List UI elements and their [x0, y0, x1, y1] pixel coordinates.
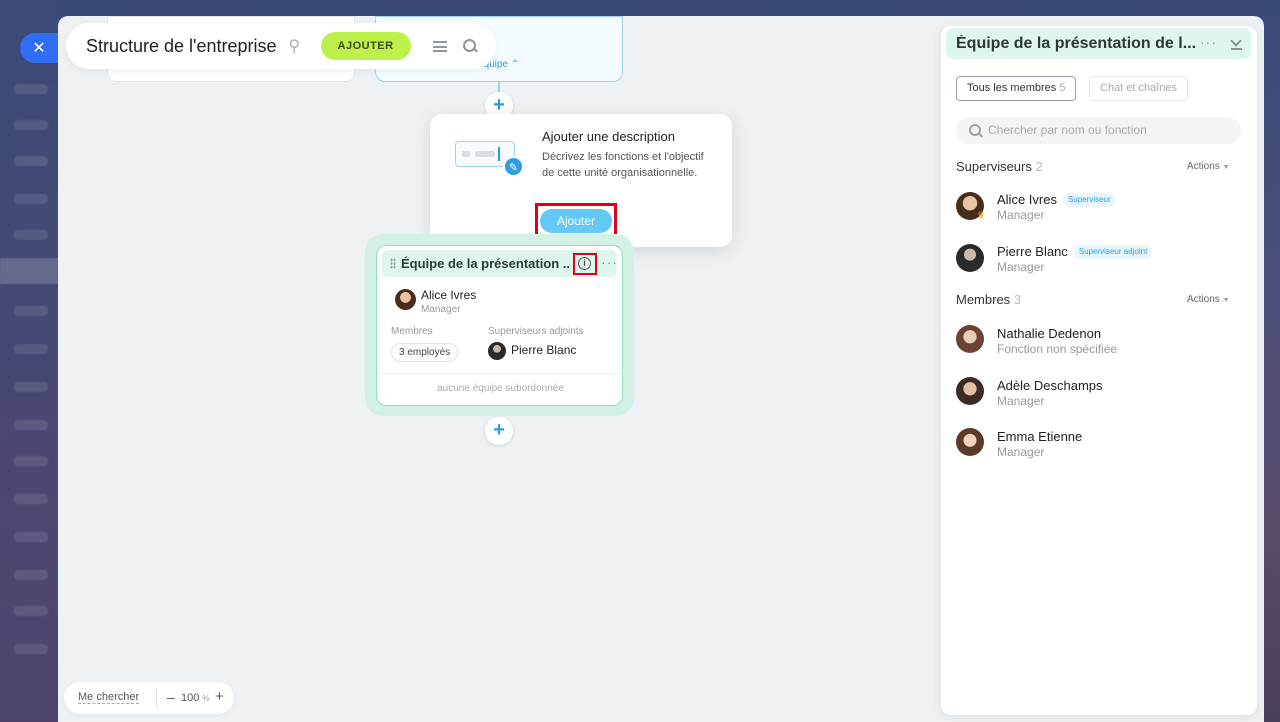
background-sidebar [0, 0, 58, 722]
chevron-down-icon: ▼ [1222, 297, 1230, 304]
team-card-header: Équipe de la présentation ... i ··· [382, 250, 617, 277]
description-popup: ✎ Ajouter une description Décrivez les f… [430, 114, 732, 247]
crown-icon: ♛ [977, 210, 986, 220]
members-count-badge[interactable]: 3 employés [391, 343, 459, 362]
person-name[interactable]: Nathalie Dedenon [997, 326, 1101, 341]
zoom-out-button[interactable]: – [167, 689, 175, 705]
team-detail-panel: Équipe de la présentation de l... ··· To… [941, 26, 1257, 715]
person-role: Manager [997, 260, 1045, 274]
menu-icon[interactable] [432, 40, 447, 52]
popup-title: Ajouter une description [542, 129, 675, 144]
search-icon [969, 124, 982, 137]
members-actions-dropdown[interactable]: Actions ▼ [1187, 294, 1230, 305]
pencil-icon: ✎ [503, 156, 524, 177]
avatar[interactable] [395, 289, 416, 310]
more-icon[interactable]: ··· [601, 254, 618, 270]
zoom-controls: Me chercher – 100 % + [64, 682, 234, 714]
supervisors-actions-dropdown[interactable]: Actions ▼ [1187, 161, 1230, 172]
avatar[interactable] [956, 428, 984, 456]
team-card[interactable]: Équipe de la présentation ... i ··· Alic… [376, 245, 623, 406]
role-badge: Superviseur adjoint [1073, 245, 1153, 259]
pin-icon[interactable]: ⚲ [289, 36, 307, 56]
person-name[interactable]: Emma Etienne [997, 429, 1082, 444]
find-me-link[interactable]: Me chercher [78, 691, 140, 704]
members-section-title: Membres 3 [956, 292, 1022, 307]
person-name[interactable]: Pierre Blanc Superviseur adjoint [997, 244, 1153, 259]
avatar[interactable] [956, 244, 984, 272]
person-role: Manager [997, 394, 1045, 408]
more-icon[interactable]: ··· [1200, 34, 1217, 50]
supervisors-section-title: Superviseurs 2 [956, 159, 1043, 174]
avatar[interactable] [956, 377, 984, 405]
add-button[interactable]: AJOUTER [320, 32, 411, 60]
zoom-level: 100 % [181, 692, 210, 704]
header-bar: Structure de l'entreprise ⚲ AJOUTER [66, 23, 496, 69]
add-child-button-bottom[interactable]: + [485, 417, 513, 445]
search-icon[interactable] [462, 39, 477, 53]
popup-description: Décrivez les fonctions et l'objectif de … [542, 151, 704, 179]
chevron-down-icon: ▼ [1222, 164, 1230, 171]
panel-title: Équipe de la présentation de l... [956, 35, 1196, 52]
tab-all-members[interactable]: Tous les membres 5 [956, 76, 1077, 101]
tab-chat-channels[interactable]: Chat et chaînes [1089, 76, 1189, 101]
zoom-in-button[interactable]: + [215, 688, 224, 705]
highlight-frame: i [573, 253, 597, 275]
manager-name[interactable]: Alice Ivres [421, 288, 476, 302]
members-label: Membres [391, 326, 433, 337]
person-role: Manager [997, 208, 1045, 222]
info-icon[interactable]: i [578, 257, 591, 270]
team-card-title: Équipe de la présentation ... [401, 256, 569, 271]
person-name[interactable]: Adèle Deschamps [997, 378, 1103, 393]
no-subteams-text: aucune équipe subordonnée [377, 373, 622, 394]
collapse-panel-icon[interactable] [1231, 37, 1242, 50]
chevron-up-icon: ⌃ [510, 59, 520, 70]
deputies-label: Superviseurs adjoints [488, 326, 584, 337]
avatar[interactable] [488, 342, 506, 360]
role-badge: Superviseur [1062, 193, 1116, 207]
page-title: Structure de l'entreprise [86, 35, 277, 56]
person-name[interactable]: Alice Ivres Superviseur [997, 192, 1116, 207]
member-search-input[interactable]: Chercher par nom ou fonction [956, 117, 1241, 144]
panel-header: Équipe de la présentation de l... ··· [946, 28, 1251, 59]
manager-role: Manager [421, 304, 461, 315]
person-role: Manager [997, 445, 1045, 459]
drag-handle-icon[interactable] [390, 258, 396, 269]
deputy-name[interactable]: Pierre Blanc [511, 343, 576, 357]
avatar[interactable] [956, 325, 984, 353]
divider [156, 688, 157, 708]
close-icon[interactable]: ✕ [20, 33, 58, 63]
add-description-button[interactable]: Ajouter [540, 209, 612, 233]
person-role: Fonction non spécifiée [997, 342, 1118, 356]
